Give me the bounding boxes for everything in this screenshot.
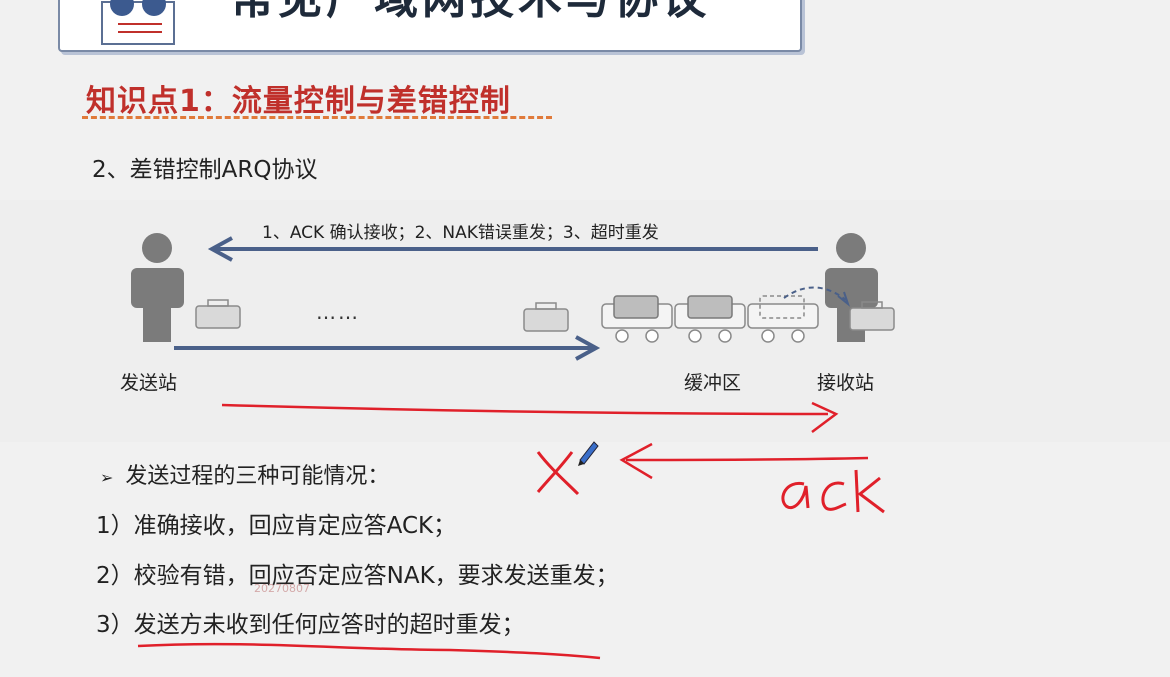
- buffer-label: 缓冲区: [684, 372, 742, 394]
- sender-label: 发送站: [120, 372, 178, 394]
- pen-cursor-icon: [578, 441, 599, 466]
- handwritten-underline: [137, 642, 601, 660]
- cases-heading: ➢ 发送过程的三种可能情况：: [100, 458, 389, 490]
- case-item-3: 3）发送方未收到任何应答时的超时重发；: [96, 612, 525, 638]
- packet-icon-2: [523, 302, 569, 332]
- handwritten-ack: [781, 469, 885, 514]
- slide: 常见广域网技术与协议 知识点1：流量控制与差错控制 2、差错控制ARQ协议 1、…: [0, 0, 1170, 677]
- buffer-cart-1: [601, 295, 673, 343]
- cases-heading-text: 发送过程的三种可能情况：: [125, 464, 390, 489]
- handwritten-back-arrow: [625, 456, 869, 462]
- handwritten-x-mark: [536, 451, 580, 496]
- case-item-2: 2）校验有错，回应否定应答NAK，要求发送重发；: [96, 563, 619, 589]
- watermark: 20270807: [254, 582, 310, 595]
- buffer-cart-2: [674, 295, 746, 343]
- packet-icon-1: [195, 299, 241, 329]
- receiver-label: 接收站: [817, 372, 875, 394]
- handwritten-forward-arrow: [221, 403, 829, 416]
- buffer-cart-3: [747, 295, 819, 343]
- case-item-1: 1）准确接收，回应肯定应答ACK；: [96, 513, 457, 539]
- sender-person-icon: [131, 233, 184, 342]
- bullet-arrow-icon: ➢: [100, 468, 114, 487]
